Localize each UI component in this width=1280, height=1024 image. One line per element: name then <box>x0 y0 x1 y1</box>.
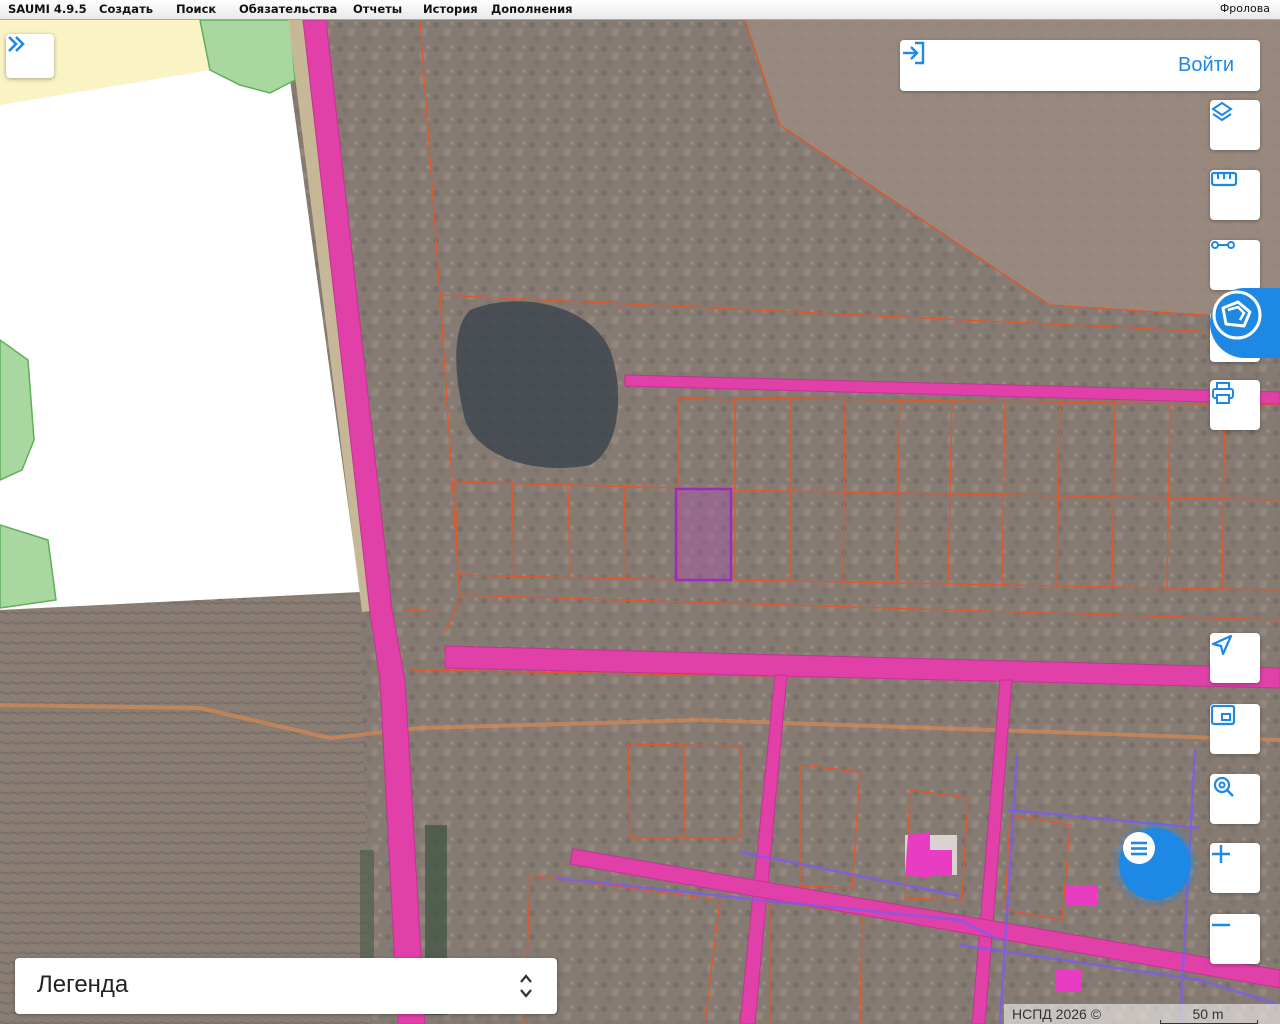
menu-addons[interactable]: Дополнения <box>491 2 573 16</box>
scale-bar <box>1160 1020 1258 1024</box>
attribution-text: НСПД 2026 © <box>1012 1006 1102 1022</box>
menu-history[interactable]: История <box>423 2 478 16</box>
map-canvas[interactable]: Войти <box>0 20 1280 1024</box>
menu-reports[interactable]: Отчеты <box>353 2 402 16</box>
print-icon <box>1212 382 1234 404</box>
menu-obligations[interactable]: Обязательства <box>239 2 337 16</box>
nspd-logo-icon <box>1212 290 1262 340</box>
print-button[interactable] <box>1210 380 1260 430</box>
double-chevron-right-icon <box>8 36 25 52</box>
zoom-out-button[interactable] <box>1210 914 1260 964</box>
menu-create[interactable]: Создать <box>99 2 153 16</box>
zoom-out-icon <box>1212 923 1230 927</box>
select-area-icon <box>1211 241 1235 249</box>
expand-collapse-icon <box>520 974 532 998</box>
menu-search[interactable]: Поиск <box>176 2 216 16</box>
minimap-icon <box>1210 704 1236 726</box>
login-icon <box>903 41 925 65</box>
measure-button[interactable] <box>1210 170 1260 220</box>
locate-button[interactable] <box>1210 633 1260 683</box>
search-location-button[interactable] <box>1210 774 1260 824</box>
minimap-button[interactable] <box>1210 704 1260 754</box>
select-area-button[interactable] <box>1210 240 1260 290</box>
map-attribution: НСПД 2026 © 50 m <box>1004 1004 1280 1024</box>
expand-sidebar-button[interactable] <box>6 34 54 78</box>
chat-icon <box>1123 832 1155 864</box>
zoom-in-button[interactable] <box>1210 843 1260 893</box>
nspd-logo-tab[interactable] <box>1210 288 1280 358</box>
zoom-in-icon <box>1212 845 1230 863</box>
user-name[interactable]: Фролова <box>1220 2 1270 15</box>
ruler-icon <box>1210 171 1238 187</box>
login-button[interactable]: Войти <box>900 40 1260 91</box>
chat-button[interactable] <box>1119 828 1191 900</box>
layers-icon <box>1211 101 1233 122</box>
search-location-icon <box>1213 776 1234 797</box>
legend-title: Легенда <box>37 971 129 998</box>
layers-button[interactable] <box>1210 100 1260 150</box>
legend-panel[interactable]: Легенда <box>15 958 557 1014</box>
menu-bar: SAUMI 4.9.5 Создать Поиск Обязательства … <box>0 0 1280 20</box>
map-layers <box>0 20 1280 1024</box>
login-label: Войти <box>1178 54 1234 76</box>
app-title: SAUMI 4.9.5 <box>8 2 87 16</box>
locate-icon <box>1211 634 1233 656</box>
